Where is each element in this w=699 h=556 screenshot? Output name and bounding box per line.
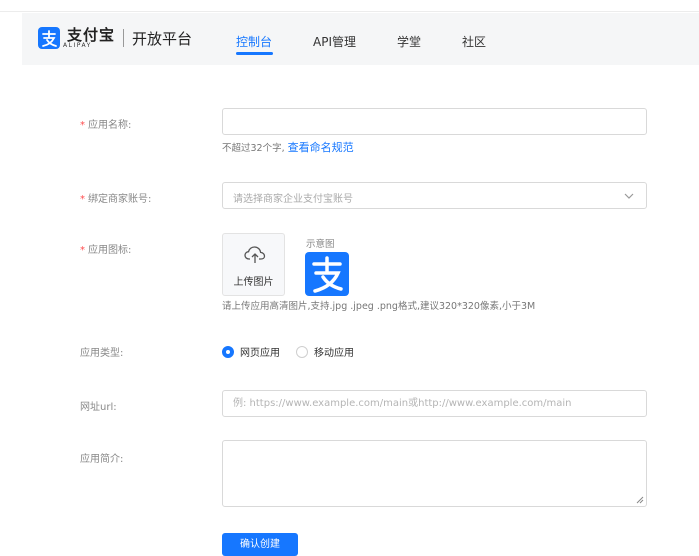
app-intro-textarea[interactable] bbox=[222, 440, 647, 507]
required-mark: * bbox=[80, 120, 85, 131]
app-name-label: * 应用名称: bbox=[80, 116, 131, 131]
top-navbar: 支付宝 ALIPAY 开放平台 bbox=[22, 13, 699, 65]
nav-tab-community[interactable]: 社区 bbox=[462, 33, 486, 50]
required-mark: * bbox=[80, 245, 85, 256]
sample-image-label: 示意图 bbox=[306, 239, 335, 250]
brand-name-en: ALIPAY bbox=[63, 41, 92, 49]
app-icon-label: * 应用图标: bbox=[80, 241, 131, 256]
radio-web-app-label[interactable]: 网页应用 bbox=[240, 344, 280, 359]
merchant-account-label: * 绑定商家账号: bbox=[80, 190, 151, 205]
app-type-label: 应用类型: bbox=[80, 348, 124, 359]
app-name-hint: 不超过32个字, 查看命名规范 bbox=[222, 139, 354, 155]
brand-name: 支付宝 bbox=[67, 25, 116, 44]
nav-tab-api-management[interactable]: API管理 bbox=[313, 33, 356, 50]
confirm-create-button[interactable]: 确认创建 bbox=[222, 533, 298, 556]
url-input[interactable] bbox=[222, 390, 647, 417]
cloud-upload-icon bbox=[244, 246, 266, 263]
app-name-label-text: 应用名称: bbox=[88, 120, 132, 131]
url-label: 网址url: bbox=[80, 402, 117, 413]
alipay-logo-icon bbox=[38, 27, 60, 49]
nav-tab-academy[interactable]: 学堂 bbox=[397, 33, 421, 50]
required-mark: * bbox=[80, 194, 85, 205]
merchant-account-select[interactable]: 请选择商家企业支付宝账号 bbox=[222, 182, 647, 209]
active-tab-indicator bbox=[236, 52, 273, 55]
radio-mobile-app[interactable] bbox=[296, 345, 308, 358]
alipay-logo[interactable]: 支付宝 ALIPAY 开放平台 bbox=[38, 27, 192, 49]
merchant-account-label-text: 绑定商家账号: bbox=[88, 194, 152, 205]
naming-rules-link[interactable]: 查看命名规范 bbox=[288, 141, 354, 154]
merchant-account-placeholder: 请选择商家企业支付宝账号 bbox=[233, 194, 353, 205]
radio-mobile-app-label[interactable]: 移动应用 bbox=[314, 344, 354, 359]
app-type-radio-group: 网页应用 移动应用 bbox=[222, 344, 370, 359]
app-name-hint-text: 不超过32个字, bbox=[222, 143, 285, 154]
sample-alipay-icon bbox=[305, 252, 349, 296]
nav-tab-console[interactable]: 控制台 bbox=[236, 33, 272, 50]
chevron-down-icon bbox=[624, 193, 634, 199]
resize-grip-icon[interactable] bbox=[636, 496, 644, 504]
app-icon-label-text: 应用图标: bbox=[88, 245, 132, 256]
upload-image-button[interactable]: 上传图片 bbox=[222, 233, 285, 296]
app-icon-hint: 请上传应用高清图片,支持.jpg .jpeg .png格式,建议320*320像… bbox=[222, 301, 536, 312]
platform-title: 开放平台 bbox=[132, 29, 193, 48]
brand-divider bbox=[123, 29, 125, 47]
app-intro-label: 应用简介: bbox=[80, 454, 124, 465]
upload-image-label: 上传图片 bbox=[233, 277, 274, 288]
top-border bbox=[0, 0, 699, 12]
app-name-input[interactable] bbox=[222, 108, 647, 135]
radio-web-app[interactable] bbox=[222, 345, 234, 358]
